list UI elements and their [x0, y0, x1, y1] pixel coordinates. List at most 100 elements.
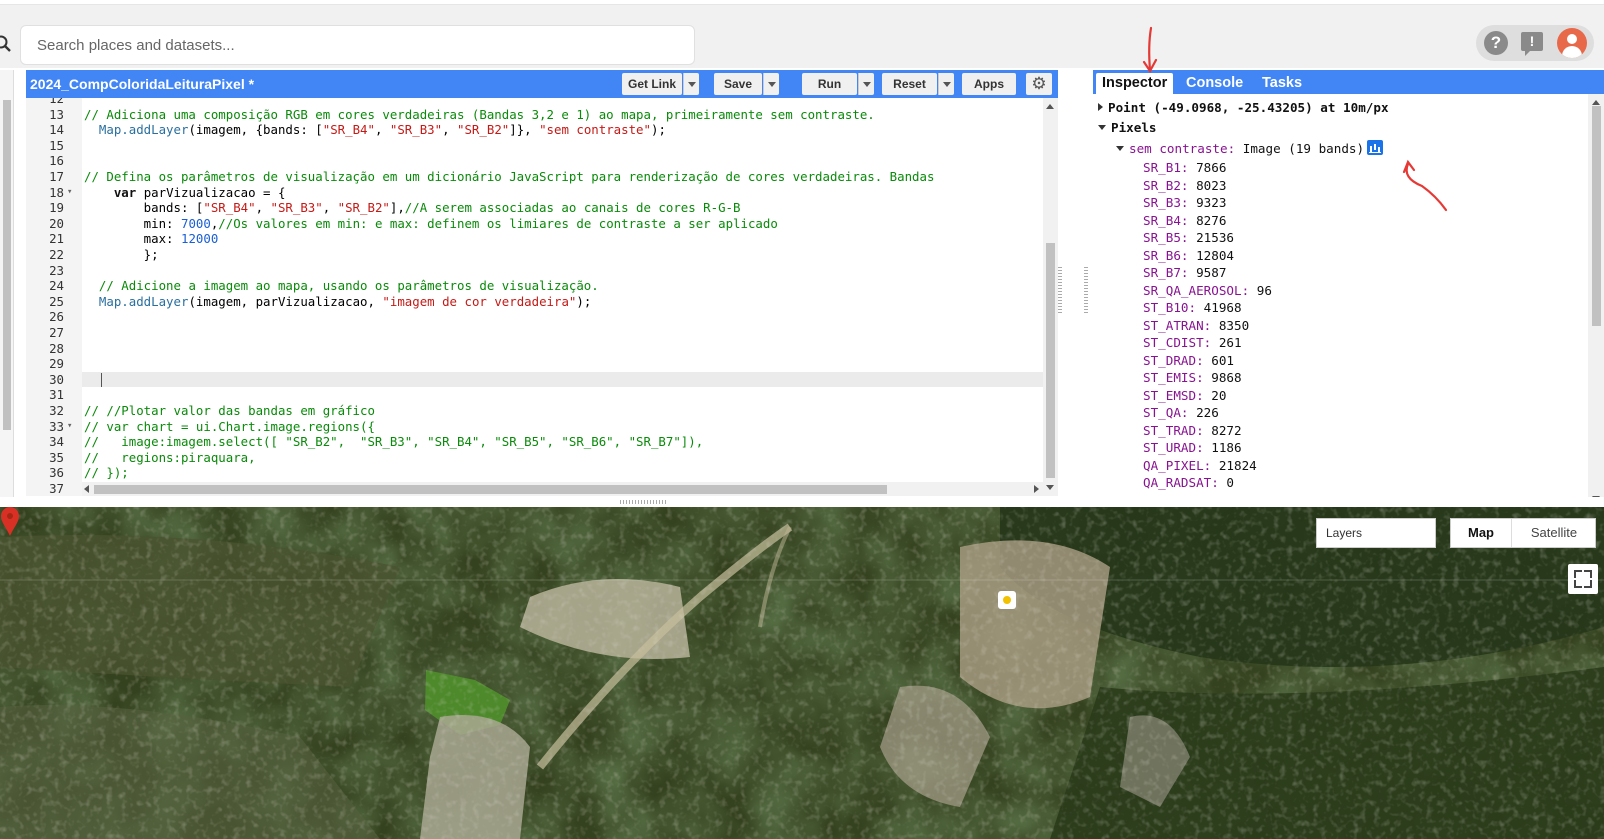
- code-line[interactable]: 27: [26, 325, 1043, 341]
- splitter-grip-icon[interactable]: [1058, 265, 1062, 313]
- satellite-button[interactable]: Satellite: [1513, 519, 1595, 547]
- code-text: Map.addLayer(imagem, parVizualizacao, "i…: [98, 293, 592, 309]
- code-line[interactable]: 12: [26, 98, 1043, 107]
- code-line[interactable]: 14 Map.addLayer(imagem, {bands: ["SR_B4"…: [26, 122, 1043, 138]
- run-dropdown[interactable]: [858, 73, 874, 95]
- band-value: 12804: [1188, 247, 1234, 263]
- inspector-scroll-thumb[interactable]: [1592, 106, 1601, 326]
- line-number: 26: [49, 309, 64, 325]
- code-line[interactable]: 22 };: [26, 247, 1043, 263]
- code-text: // //Plotar valor das bandas em gráfico: [84, 403, 375, 418]
- scroll-up-icon[interactable]: [1592, 100, 1600, 105]
- avatar[interactable]: [1557, 28, 1587, 58]
- band-value: 41968: [1196, 300, 1242, 315]
- code-line[interactable]: 18 ▾ var parVizualizacao = {: [26, 185, 1043, 201]
- splitter-grip-icon[interactable]: [620, 500, 668, 504]
- code-line[interactable]: 17 // Defina os parâmetros de visualizaçã…: [26, 169, 1043, 185]
- save-dropdown[interactable]: [763, 73, 779, 95]
- scripts-panel-scrollbar[interactable]: [3, 100, 11, 430]
- pixels-row[interactable]: Pixels: [1098, 119, 1157, 137]
- tab-console[interactable]: Console: [1180, 73, 1249, 94]
- code-line[interactable]: 23: [26, 263, 1043, 279]
- fullscreen-icon[interactable]: [1568, 564, 1598, 594]
- code-line[interactable]: 34 // image:imagem.select([ "SR_B2", "SR_…: [26, 434, 1043, 450]
- code-line[interactable]: 29: [26, 356, 1043, 372]
- code-line[interactable]: 25 Map.addLayer(imagem, parVizualizacao,…: [26, 294, 1043, 310]
- code-text: // Defina os parâmetros de visualização …: [84, 169, 935, 184]
- collapse-icon[interactable]: [1098, 125, 1106, 130]
- map-button[interactable]: Map: [1451, 519, 1512, 547]
- scroll-down-icon[interactable]: [1046, 485, 1054, 490]
- tab-tasks[interactable]: Tasks: [1256, 73, 1308, 94]
- fold-toggle-icon[interactable]: ▾: [67, 419, 72, 435]
- band-value: 9323: [1188, 195, 1227, 210]
- line-number: 33: [49, 418, 64, 434]
- editor-hscroll-thumb[interactable]: [94, 485, 887, 494]
- expand-icon[interactable]: [1098, 103, 1103, 111]
- layers-control[interactable]: Layers: [1316, 518, 1436, 548]
- editor-horizontal-scrollbar[interactable]: [82, 482, 1043, 496]
- help-icon[interactable]: ?: [1484, 31, 1508, 55]
- feedback-icon[interactable]: !: [1521, 32, 1543, 56]
- code-line[interactable]: 35 // regions:piraquara,: [26, 450, 1043, 466]
- code-line[interactable]: 32 // //Plotar valor das bandas em gráfic…: [26, 403, 1043, 419]
- scroll-left-icon[interactable]: [84, 485, 89, 493]
- splitter-grip-icon[interactable]: [1084, 265, 1088, 313]
- band-name: ST_EMSD:: [1143, 387, 1204, 403]
- band-value-row: SR_B5: 21536: [1143, 229, 1234, 247]
- band-name: ST_CDIST:: [1143, 335, 1212, 350]
- code-line[interactable]: 31: [26, 387, 1043, 403]
- band-name: SR_B4:: [1143, 212, 1189, 228]
- code-line[interactable]: 21 max: 12000: [26, 231, 1043, 247]
- code-line[interactable]: 33 ▾ // var chart = ui.Chart.image.regions…: [26, 419, 1043, 435]
- tab-inspector[interactable]: Inspector: [1096, 73, 1174, 94]
- horizontal-splitter[interactable]: [0, 497, 1604, 507]
- layer-row[interactable]: sem contraste: Image (19 bands): [1116, 140, 1384, 158]
- search-input[interactable]: [21, 26, 694, 64]
- code-line[interactable]: 20 min: 7000,//Os valores em min: e max:…: [26, 216, 1043, 232]
- code-line[interactable]: 36 // });: [26, 465, 1043, 481]
- get-link-button[interactable]: Get Link: [622, 73, 682, 95]
- reset-dropdown[interactable]: [938, 73, 954, 95]
- band-value-row: ST_URAD: 1186: [1143, 439, 1242, 457]
- get-link-dropdown[interactable]: [683, 73, 699, 95]
- gear-icon[interactable]: ⚙: [1026, 73, 1052, 95]
- code-line[interactable]: 19 bands: ["SR_B4", "SR_B3", "SR_B2"],//…: [26, 200, 1043, 216]
- scroll-up-icon[interactable]: [1046, 104, 1054, 109]
- point-row[interactable]: Point (-49.0968, -25.43205) at 10m/px: [1098, 99, 1389, 117]
- run-button[interactable]: Run: [802, 73, 857, 95]
- editor-scroll-thumb[interactable]: [1046, 243, 1055, 478]
- apps-button[interactable]: Apps: [962, 73, 1016, 95]
- search-box[interactable]: [20, 25, 695, 65]
- code-line[interactable]: 28: [26, 341, 1043, 357]
- search-icon[interactable]: [0, 35, 14, 55]
- save-button[interactable]: Save: [714, 73, 762, 95]
- editor-vertical-scrollbar[interactable]: [1043, 98, 1058, 496]
- code-area[interactable]: 12 13 // Adiciona uma composição RGB em co…: [26, 98, 1043, 496]
- chart-icon[interactable]: [1367, 140, 1384, 155]
- scroll-right-icon[interactable]: [1034, 485, 1039, 493]
- code-line[interactable]: 24 // Adicione a imagem ao mapa, usando …: [26, 278, 1043, 294]
- band-name: ST_QA:: [1143, 405, 1189, 420]
- fold-toggle-icon[interactable]: ▾: [67, 185, 72, 201]
- code-line[interactable]: 30: [26, 372, 1043, 388]
- code-line[interactable]: 13 // Adiciona uma composição RGB em core…: [26, 107, 1043, 123]
- band-name: QA_RADSAT:: [1143, 475, 1219, 490]
- code-line[interactable]: 26: [26, 309, 1043, 325]
- map-view[interactable]: Layers Map Satellite: [0, 507, 1604, 839]
- band-value-row: ST_B10: 41968: [1143, 299, 1242, 317]
- band-value-row: ST_EMIS: 9868: [1143, 369, 1242, 387]
- satellite-imagery: [0, 507, 1604, 839]
- vertical-splitter[interactable]: [1058, 70, 1092, 507]
- band-value: 8023: [1188, 177, 1227, 193]
- map-marker-icon[interactable]: [0, 507, 20, 537]
- band-name: SR_B7:: [1143, 265, 1189, 280]
- line-number: 24: [49, 278, 64, 294]
- reset-button[interactable]: Reset: [882, 73, 937, 95]
- code-text: var parVizualizacao = {: [113, 184, 286, 200]
- collapse-icon[interactable]: [1116, 146, 1124, 151]
- inspector-scrollbar[interactable]: [1588, 94, 1604, 507]
- code-line[interactable]: 15: [26, 138, 1043, 154]
- code-line[interactable]: 16: [26, 153, 1043, 169]
- line-number: 27: [49, 325, 64, 340]
